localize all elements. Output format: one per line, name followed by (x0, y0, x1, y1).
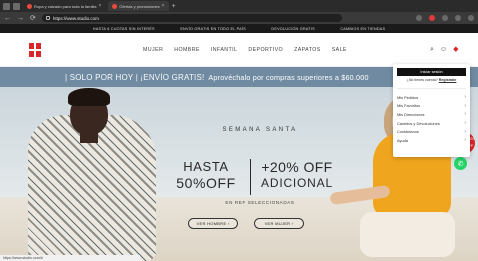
menu-item-label: Ayuda (397, 137, 408, 143)
menu-item-label: Mis Direcciones (397, 111, 425, 117)
account-dropdown: Iniciar sesión ¿No tienes cuenta? Regíst… (393, 64, 470, 157)
nav-item-mujer[interactable]: MUJER (143, 47, 163, 53)
browser-status-bar: https://www.studio.com/# (0, 255, 140, 261)
offer-left-line1: HASTA (183, 159, 229, 174)
register-prompt: ¿No tienes cuenta? Regístrate (397, 78, 466, 82)
menu-item-returns[interactable]: Cambios y Devoluciones › (397, 119, 466, 128)
header-icons: ⌕ ☺ ◆ (430, 46, 458, 53)
chevron-right-icon: › (464, 120, 466, 127)
hero-kicker: SEMANA SANTA (222, 127, 298, 133)
downloads-icon[interactable] (455, 15, 461, 21)
menu-item-addresses[interactable]: Mis Direcciones › (397, 110, 466, 119)
new-tab-button[interactable]: + (172, 3, 176, 10)
url-text: https://www.studio.com (52, 15, 99, 21)
tab-favicon-icon (27, 3, 32, 9)
lock-icon (45, 16, 50, 20)
menu-item-label: Mis Pedidos (397, 94, 419, 100)
female-model-legs (360, 212, 455, 257)
strip-item[interactable]: CAMBIOS EN TIENDAS (340, 27, 385, 31)
site-info-strip: HASTA 6 CUOTAS SIN INTERÉS ENVÍO GRATIS … (0, 24, 478, 33)
offer-right-line2: ADICIONAL (261, 176, 333, 190)
nav-item-zapatos[interactable]: ZAPATOS (294, 47, 321, 53)
tab-title: Ofertas y promociones (119, 3, 160, 9)
brand-logo[interactable] (29, 43, 42, 57)
site-header: MUJER HOMBRE INFANTIL DEPORTIVO ZAPATOS … (0, 33, 478, 67)
browser-toolbar-icons (416, 15, 474, 21)
tab-title: Ropa y calzado para toda la familia (34, 3, 97, 9)
favorite-star-icon[interactable] (416, 15, 422, 21)
page: Ropa y calzado para toda la familia × Of… (0, 0, 478, 261)
chevron-right-icon: › (464, 137, 466, 144)
settings-icon[interactable] (468, 15, 474, 21)
offer-right: +20% OFF ADICIONAL (255, 159, 339, 190)
user-icon[interactable]: ☺ (440, 46, 447, 53)
login-button[interactable]: Iniciar sesión (397, 68, 466, 76)
promo-headline: | SOLO POR HOY | ¡ENVÍO GRATIS! (65, 72, 205, 82)
chevron-right-icon: › (464, 94, 466, 101)
nav-item-sale[interactable]: SALE (332, 47, 347, 53)
browser-tab-active[interactable]: Ofertas y promociones × (108, 1, 169, 11)
menu-item-orders[interactable]: Mis Pedidos › (397, 93, 466, 102)
reload-button[interactable]: ⟳ (30, 15, 36, 22)
profile-icon[interactable] (13, 2, 20, 10)
bag-icon[interactable]: ◆ (453, 46, 458, 53)
offer-divider (250, 159, 251, 195)
main-nav: MUJER HOMBRE INFANTIL DEPORTIVO ZAPATOS … (143, 47, 347, 53)
tab-close-icon[interactable]: × (98, 3, 101, 9)
menu-item-favorites[interactable]: Mis Favoritos › (397, 102, 466, 111)
search-icon[interactable]: ⌕ (430, 46, 434, 53)
dropdown-divider (397, 88, 466, 89)
menu-item-contact[interactable]: Contáctanos › (397, 127, 466, 136)
browser-menu-icon[interactable] (3, 2, 10, 10)
browser-tab[interactable]: Ropa y calzado para toda la familia × (23, 1, 105, 11)
chevron-right-icon: › (464, 111, 466, 118)
shop-men-button[interactable]: VER HOMBRE › (188, 218, 238, 229)
browser-tab-bar: Ropa y calzado para toda la familia × Of… (0, 0, 478, 12)
menu-item-label: Contáctanos (397, 129, 419, 135)
whatsapp-icon[interactable]: ✆ (454, 157, 467, 170)
promo-text: Aprovéchalo por compras superiores a $60… (208, 72, 369, 82)
chevron-right-icon: › (464, 102, 466, 109)
offer-fine-print: EN REF SELECCIONADAS (225, 200, 295, 205)
tab-close-icon[interactable]: × (162, 3, 165, 9)
menu-item-help[interactable]: Ayuda › (397, 136, 466, 145)
browser-address-bar: ← → ⟳ https://www.studio.com (0, 12, 478, 24)
chevron-right-icon: › (464, 128, 466, 135)
offer-right-line1: +20% OFF (261, 159, 333, 175)
strip-item[interactable]: HASTA 6 CUOTAS SIN INTERÉS (93, 27, 155, 31)
menu-item-label: Cambios y Devoluciones (397, 120, 440, 126)
strip-item[interactable]: ENVÍO GRATIS EN TODO EL PAÍS (180, 27, 246, 31)
nav-item-infantil[interactable]: INFANTIL (211, 47, 237, 53)
offer-left-line2: 50%OFF (176, 175, 236, 191)
extension-icon[interactable] (429, 15, 435, 21)
register-link[interactable]: Regístrate (439, 78, 457, 82)
forward-button[interactable]: → (17, 15, 24, 22)
nav-item-hombre[interactable]: HOMBRE (174, 47, 200, 53)
back-button[interactable]: ← (4, 15, 11, 22)
url-field[interactable]: https://www.studio.com (41, 14, 342, 22)
menu-item-label: Mis Favoritos (397, 103, 421, 109)
shop-women-button[interactable]: VER MUJER › (254, 218, 304, 229)
offer-left: HASTA 50%OFF (168, 159, 244, 191)
strip-item[interactable]: DEVOLUCIÓN GRATIS (271, 27, 314, 31)
male-model-hair (68, 88, 110, 106)
register-prompt-text: ¿No tienes cuenta? (406, 78, 438, 82)
extensions-icon[interactable] (442, 15, 448, 21)
tab-favicon-icon (112, 3, 118, 9)
nav-item-deportivo[interactable]: DEPORTIVO (248, 47, 283, 53)
